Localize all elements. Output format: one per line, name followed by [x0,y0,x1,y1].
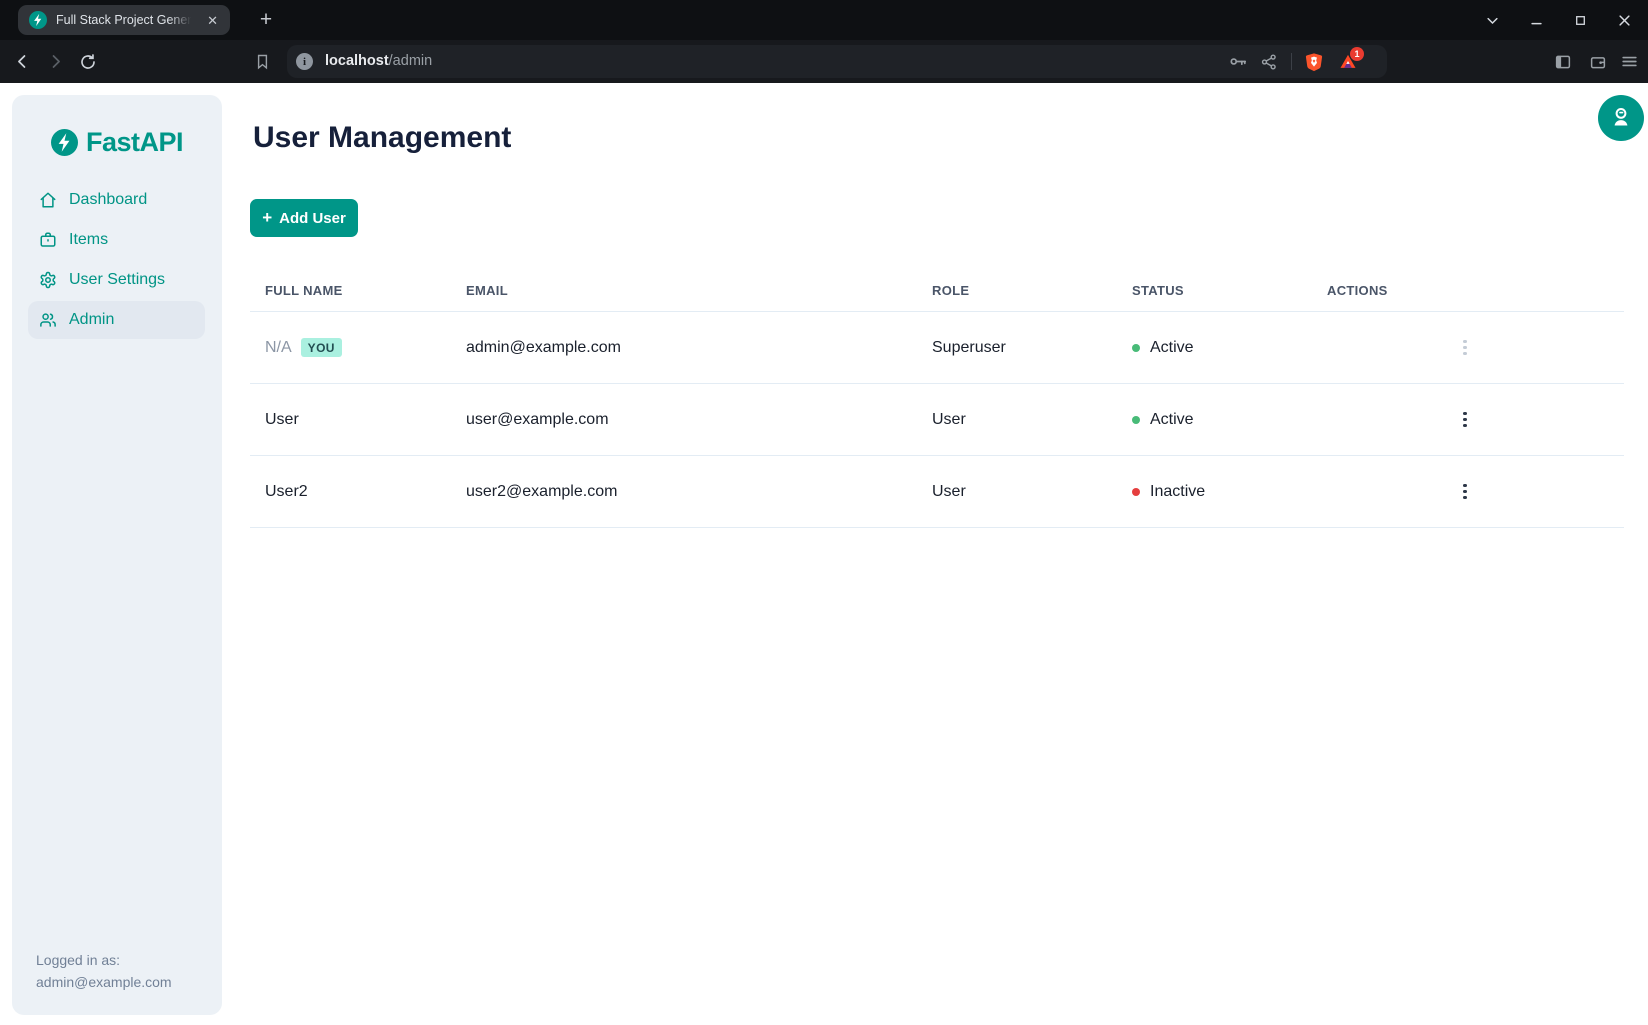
header-status: STATUS [1132,283,1327,298]
table-row: User2 user2@example.com User Inactive [250,456,1624,528]
header-full-name: FULL NAME [265,283,466,298]
sidebar-item-label: Dashboard [69,191,147,209]
cell-status: Inactive [1150,483,1205,501]
sidebar-item-items[interactable]: Items [28,220,205,260]
logged-in-footer: Logged in as: admin@example.com [36,949,172,993]
cell-email: admin@example.com [466,339,932,357]
table-header-row: FULL NAME EMAIL ROLE STATUS ACTIONS [250,255,1624,312]
side-panel-icon[interactable] [1553,40,1573,83]
address-bar[interactable]: i localhost/admin 1 [287,45,1387,78]
header-email: EMAIL [466,283,932,298]
cell-role: User [932,483,1132,501]
row-actions-kebab-icon[interactable] [1453,406,1477,434]
cell-status: Active [1150,339,1194,357]
user-avatar-icon [1609,105,1633,132]
user-avatar-button[interactable] [1598,95,1644,141]
browser-toolbar: i localhost/admin 1 [0,40,1648,83]
logged-in-email: admin@example.com [36,971,172,993]
key-icon[interactable] [1228,51,1249,72]
sidebar-item-label: User Settings [69,271,165,289]
toolbar-divider [1291,53,1292,70]
share-icon[interactable] [1258,51,1279,72]
new-tab-button[interactable]: + [252,6,280,34]
cell-full-name: User2 [265,483,308,501]
cell-full-name: N/A [265,339,292,357]
brave-rewards-icon[interactable]: 1 [1337,51,1358,72]
minimize-icon[interactable] [1522,6,1550,34]
briefcase-icon [39,231,57,249]
sidebar-item-user-settings[interactable]: User Settings [28,260,205,300]
tab-search-chevron-icon[interactable] [1478,6,1506,34]
cell-role: Superuser [932,339,1132,357]
brave-shield-icon[interactable] [1303,51,1324,72]
sidebar: FastAPI Dashboard Items User Settings [12,95,222,1015]
logged-in-label: Logged in as: [36,949,172,971]
site-info-icon[interactable]: i [296,53,313,70]
table-row: N/A YOU admin@example.com Superuser Acti… [250,312,1624,384]
maximize-icon[interactable] [1566,6,1594,34]
sidebar-item-label: Admin [69,311,114,329]
fastapi-logo: FastAPI [12,127,222,158]
back-icon[interactable] [12,40,32,83]
row-actions-kebab-icon[interactable] [1453,334,1477,362]
cell-full-name: User [265,411,299,429]
users-icon [39,311,57,329]
status-dot-active [1132,416,1140,424]
cell-status: Active [1150,411,1194,429]
header-actions: ACTIONS [1327,283,1624,298]
fastapi-logo-icon [51,129,78,156]
home-icon [39,191,57,209]
close-window-icon[interactable] [1610,6,1638,34]
sidebar-item-label: Items [69,231,108,249]
row-actions-kebab-icon[interactable] [1453,478,1477,506]
reload-icon[interactable] [78,40,98,83]
sidebar-item-admin[interactable]: Admin [28,301,205,339]
url-path: /admin [389,53,433,69]
plus-icon: + [262,208,272,228]
cell-email: user@example.com [466,411,932,429]
gear-icon [39,271,57,289]
browser-tab-strip: Full Stack Project Generator ✕ + [0,0,1648,40]
tab-title: Full Stack Project Generator [56,13,194,27]
table-row: User user@example.com User Active [250,384,1624,456]
forward-icon[interactable] [45,40,65,83]
status-dot-active [1132,344,1140,352]
browser-tab[interactable]: Full Stack Project Generator ✕ [18,5,230,35]
header-role: ROLE [932,283,1132,298]
url-host: localhost [325,53,389,69]
fastapi-logo-text: FastAPI [86,127,183,158]
add-user-button[interactable]: + Add User [250,199,358,237]
you-badge: YOU [301,338,342,357]
sidebar-nav: Dashboard Items User Settings Admin [28,180,205,340]
wallet-icon[interactable] [1588,40,1608,83]
page-title: User Management [253,121,511,155]
fastapi-favicon-icon [29,11,47,29]
sidebar-item-dashboard[interactable]: Dashboard [28,180,205,220]
users-table: FULL NAME EMAIL ROLE STATUS ACTIONS N/A … [250,255,1624,528]
tab-close-icon[interactable]: ✕ [203,12,222,29]
menu-icon[interactable] [1619,40,1639,83]
url-text[interactable]: localhost/admin [325,45,432,78]
cell-role: User [932,411,1132,429]
status-dot-inactive [1132,488,1140,496]
rewards-badge: 1 [1350,47,1364,61]
cell-email: user2@example.com [466,483,932,501]
window-controls [1478,0,1638,40]
admin-page: FastAPI Dashboard Items User Settings [0,83,1648,1025]
bookmark-icon[interactable] [252,40,272,83]
add-user-label: Add User [279,210,346,227]
